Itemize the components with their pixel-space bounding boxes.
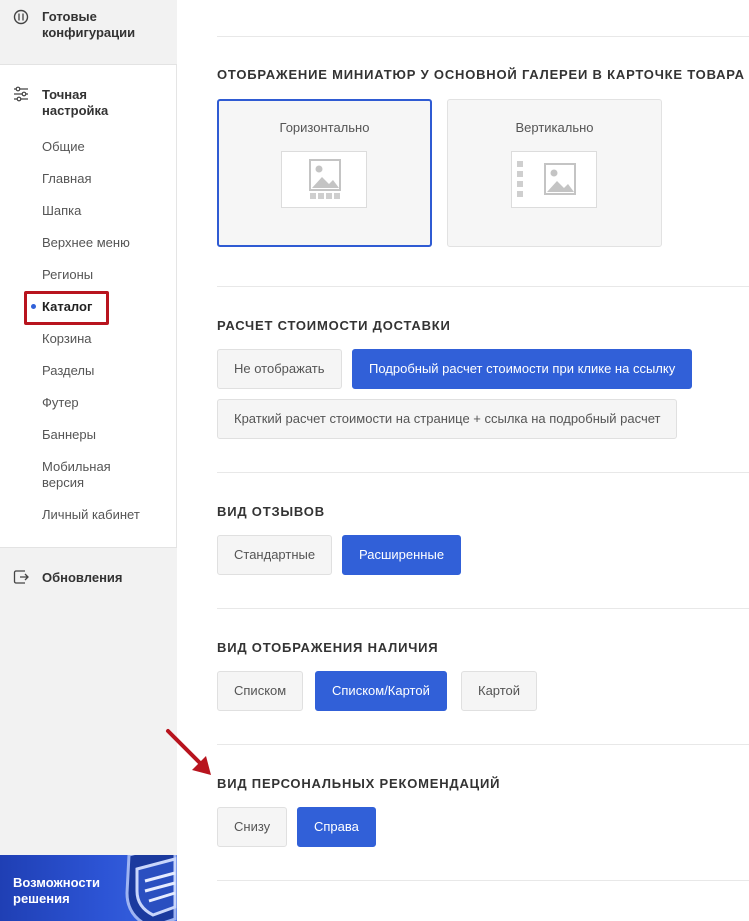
divider [217, 36, 749, 37]
sidebar-item-banners[interactable]: Баннеры [42, 427, 96, 443]
sidebar-item-cart[interactable]: Корзина [42, 331, 92, 347]
sliders-icon [14, 86, 28, 102]
sidebar-ready-configs-label[interactable]: Готовые конфигурации [42, 9, 162, 41]
sidebar-item-regions[interactable]: Регионы [42, 267, 93, 283]
availability-option-map-button[interactable]: Картой [461, 671, 538, 711]
sidebar-item-mobile[interactable]: Мобильная версия [42, 459, 132, 491]
sidebar: Готовые конфигурации Точная настройка Об… [0, 0, 177, 921]
recommendations-option-right-button[interactable]: Справа [297, 807, 376, 847]
image-placeholder-icon [517, 161, 576, 197]
delivery-option-detailed-button[interactable]: Подробный расчет стоимости при клике на … [352, 349, 693, 389]
availability-option-list-map-button[interactable]: Списком/Картой [315, 671, 447, 711]
sidebar-item-general[interactable]: Общие [42, 139, 85, 155]
delivery-option-brief-button[interactable]: Краткий расчет стоимости на странице + с… [217, 399, 678, 439]
sidebar-updates-label[interactable]: Обновления [42, 570, 123, 586]
sidebar-ready-configs-section[interactable]: Готовые конфигурации [0, 0, 177, 65]
sidebar-item-main[interactable]: Главная [42, 171, 91, 187]
availability-section-title: Вид отображения наличия [217, 640, 439, 655]
update-icon [13, 570, 29, 584]
thumb-preview [511, 151, 597, 208]
configs-circle-icon [13, 9, 29, 25]
thumbnails-option-vertical[interactable]: Вертикально [447, 99, 662, 247]
delivery-option-hide-button[interactable]: Не отображать [217, 349, 342, 389]
shield-logo-icon [125, 855, 177, 921]
delivery-section-title: Расчет стоимости доставки [217, 318, 451, 333]
banner-text: Возможности решения [13, 875, 100, 906]
recommendations-section-title: Вид персональных рекомендаций [217, 776, 501, 791]
recommendations-option-bottom-button[interactable]: Снизу [217, 807, 288, 847]
thumbnails-section-title: Отображение миниатюр у основной галереи … [217, 67, 745, 82]
thumbnails-option-horizontal[interactable]: Горизонтально [217, 99, 432, 247]
divider [217, 744, 749, 745]
sidebar-item-top-menu[interactable]: Верхнее меню [42, 235, 130, 251]
sidebar-item-header[interactable]: Шапка [42, 203, 81, 219]
reviews-section-title: Вид отзывов [217, 504, 325, 519]
sidebar-item-account[interactable]: Личный кабинет [42, 507, 140, 523]
sidebar-item-sections[interactable]: Разделы [42, 363, 94, 379]
active-indicator-dot [31, 304, 36, 309]
sidebar-item-catalog[interactable]: Каталог [42, 299, 92, 315]
option-label: Вертикально [515, 120, 594, 135]
reviews-option-extended-button[interactable]: Расширенные [342, 535, 462, 575]
image-placeholder-icon [309, 159, 341, 199]
divider [217, 880, 749, 881]
availability-option-list-button[interactable]: Списком [217, 671, 304, 711]
red-arrow-icon [166, 729, 211, 775]
divider [217, 286, 749, 287]
reviews-option-standard-button[interactable]: Стандартные [217, 535, 333, 575]
features-banner[interactable]: Возможности решения [0, 855, 177, 921]
sidebar-item-footer[interactable]: Футер [42, 395, 79, 411]
sidebar-fine-tuning-label[interactable]: Точная настройка [42, 87, 142, 119]
divider [217, 608, 749, 609]
option-label: Горизонтально [279, 120, 370, 135]
thumb-preview [281, 151, 367, 208]
divider [217, 472, 749, 473]
